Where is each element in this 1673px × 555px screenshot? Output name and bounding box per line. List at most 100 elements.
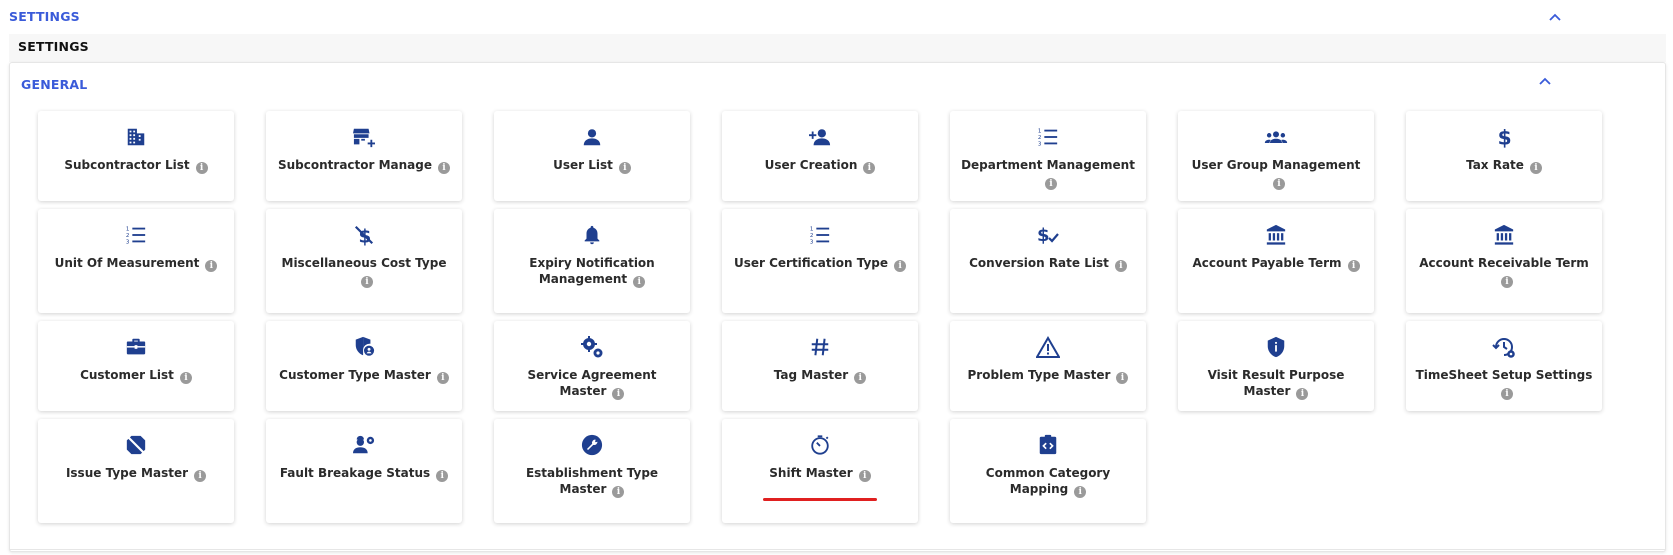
card-label: Subcontractor List — [64, 158, 190, 172]
info-icon[interactable]: i — [894, 260, 907, 272]
card-customer-type-master[interactable]: Customer Type Master i — [266, 321, 462, 411]
card-label: TimeSheet Setup Settings — [1415, 368, 1593, 382]
wrench-icon — [580, 433, 604, 457]
warning-icon — [1036, 335, 1060, 359]
info-icon[interactable]: i — [438, 162, 451, 174]
card-tag-master[interactable]: Tag Master i — [722, 321, 918, 411]
svg-text:3: 3 — [126, 239, 130, 245]
card-label: User List — [553, 158, 613, 172]
hashtag-icon — [808, 335, 832, 359]
card-timesheet-setup-settings[interactable]: TimeSheet Setup Settings i — [1406, 321, 1602, 411]
card-label: Tax Rate — [1466, 158, 1524, 172]
card-label: Common Category Mapping — [985, 466, 1111, 496]
highlight-underline — [763, 498, 877, 501]
info-icon[interactable]: i — [612, 388, 625, 400]
info-icon[interactable]: i — [195, 162, 208, 174]
card-label: User Creation — [764, 158, 858, 172]
info-shield-icon — [1264, 335, 1288, 359]
bank-icon — [1264, 223, 1288, 247]
svg-text:3: 3 — [810, 239, 814, 245]
card-establishment-type-master[interactable]: Establishment Type Master i — [494, 419, 690, 523]
card-subcontractor-list[interactable]: Subcontractor List i — [38, 111, 234, 201]
card-label: User Certification Type — [733, 256, 889, 270]
card-shift-master[interactable]: Shift Master i — [722, 419, 918, 523]
info-icon[interactable]: i — [854, 372, 867, 384]
card-label: Customer Type Master — [279, 368, 431, 382]
card-fault-breakage-status[interactable]: Fault Breakage Status i — [266, 419, 462, 523]
card-user-list[interactable]: User List i — [494, 111, 690, 201]
card-label: Miscellaneous Cost Type — [281, 256, 447, 270]
settings-header-title: SETTINGS — [9, 9, 80, 24]
card-service-agreement-master[interactable]: Service Agreement Master i — [494, 321, 690, 411]
card-user-group-management[interactable]: User Group Management i — [1178, 111, 1374, 201]
bank-icon — [1492, 223, 1516, 247]
card-issue-type-master[interactable]: Issue Type Master i — [38, 419, 234, 523]
info-icon[interactable]: i — [1529, 162, 1542, 174]
card-department-management[interactable]: 123 Department Management i — [950, 111, 1146, 201]
card-label: Shift Master — [769, 466, 853, 480]
worker-gear-icon — [352, 433, 376, 457]
gears-icon — [580, 335, 604, 359]
card-user-certification-type[interactable]: 123 User Certification Type i — [722, 209, 918, 313]
info-icon[interactable]: i — [179, 372, 192, 384]
numbered-list-icon: 123 — [124, 223, 148, 247]
info-icon[interactable]: i — [1296, 388, 1309, 400]
info-icon[interactable]: i — [858, 470, 871, 482]
card-problem-type-master[interactable]: Problem Type Master i — [950, 321, 1146, 411]
card-label: Account Payable Term — [1192, 256, 1342, 270]
user-icon — [580, 125, 604, 149]
card-label: Establishment Type Master — [525, 466, 659, 496]
card-miscellaneous-cost-type[interactable]: $ Miscellaneous Cost Type i — [266, 209, 462, 313]
building-icon — [124, 125, 148, 149]
svg-text:3: 3 — [1038, 141, 1042, 147]
info-icon[interactable]: i — [1116, 372, 1129, 384]
user-group-icon — [1264, 125, 1288, 149]
settings-header[interactable]: SETTINGS — [0, 0, 1673, 34]
card-label: Tag Master — [773, 368, 849, 382]
card-tax-rate[interactable]: $ Tax Rate i — [1406, 111, 1602, 201]
card-subcontractor-manage[interactable]: Subcontractor Manage i — [266, 111, 462, 201]
numbered-list-icon: 123 — [808, 223, 832, 247]
card-label: Account Receivable Term — [1419, 256, 1589, 270]
info-icon[interactable]: i — [361, 276, 373, 288]
card-common-category-mapping[interactable]: Common Category Mapping i — [950, 419, 1146, 523]
card-conversion-rate-list[interactable]: $ Conversion Rate List i — [950, 209, 1146, 313]
info-icon[interactable]: i — [1273, 178, 1285, 190]
info-icon[interactable]: i — [1114, 260, 1127, 272]
card-label: Customer List — [80, 368, 174, 382]
svg-text:$: $ — [1498, 125, 1512, 149]
info-icon[interactable]: i — [205, 260, 218, 272]
general-panel: GENERAL Subcontractor List i Subcontracto… — [9, 62, 1666, 552]
chevron-up-icon[interactable] — [1536, 72, 1554, 90]
card-label: Visit Result Purpose Master — [1207, 368, 1345, 398]
info-icon[interactable]: i — [1074, 486, 1087, 498]
card-label: Problem Type Master — [967, 368, 1111, 382]
info-icon[interactable]: i — [612, 486, 625, 498]
shield-user-icon — [352, 335, 376, 359]
card-user-creation[interactable]: User Creation i — [722, 111, 918, 201]
card-label: Fault Breakage Status — [279, 466, 431, 480]
card-visit-result-purpose-master[interactable]: Visit Result Purpose Master i — [1178, 321, 1374, 411]
settings-subheader-title: SETTINGS — [18, 39, 89, 54]
general-section-title[interactable]: GENERAL — [21, 77, 87, 92]
card-account-payable-term[interactable]: Account Payable Term i — [1178, 209, 1374, 313]
card-account-receivable-term[interactable]: Account Receivable Term i — [1406, 209, 1602, 313]
info-icon[interactable]: i — [618, 162, 631, 174]
card-label: Department Management — [961, 158, 1135, 172]
info-icon[interactable]: i — [1045, 178, 1057, 190]
info-icon[interactable]: i — [1347, 260, 1360, 272]
card-unit-of-measurement[interactable]: 123 Unit Of Measurement i — [38, 209, 234, 313]
card-label: Subcontractor Manage — [277, 158, 433, 172]
card-customer-list[interactable]: Customer List i — [38, 321, 234, 411]
info-icon[interactable]: i — [436, 470, 449, 482]
info-icon[interactable]: i — [863, 162, 876, 174]
info-icon[interactable]: i — [436, 372, 449, 384]
info-icon[interactable]: i — [1501, 388, 1513, 400]
info-icon[interactable]: i — [633, 276, 646, 288]
card-label: Conversion Rate List — [969, 256, 1109, 270]
chevron-up-icon[interactable] — [1546, 8, 1564, 26]
info-icon[interactable]: i — [1501, 276, 1513, 288]
card-expiry-notification-management[interactable]: Expiry Notification Management i — [494, 209, 690, 313]
info-icon[interactable]: i — [194, 470, 207, 482]
card-label: User Group Management — [1191, 158, 1361, 172]
